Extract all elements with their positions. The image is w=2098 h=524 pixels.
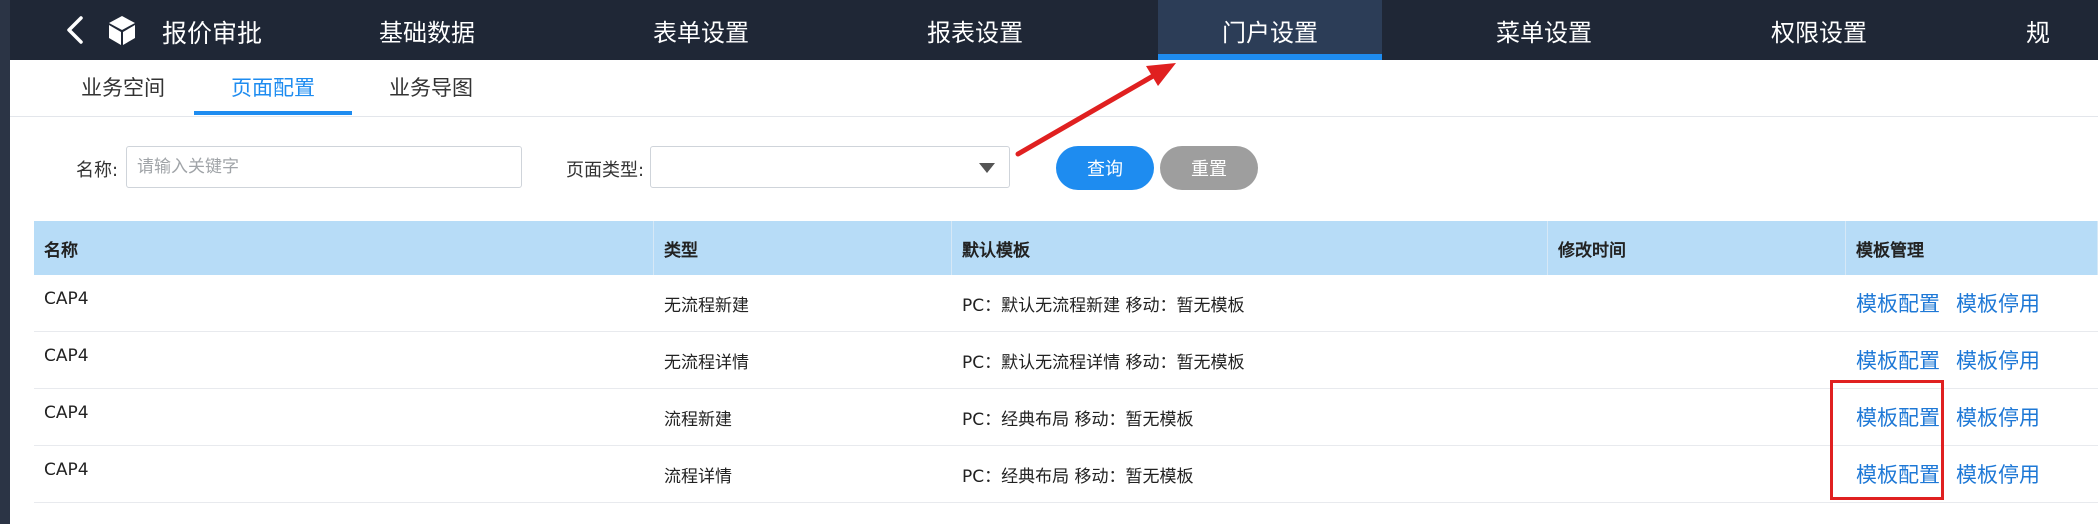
sub-tabs: 业务空间 页面配置 业务导图 [10, 60, 2098, 117]
template-disable-link[interactable]: 模板停用 [1956, 402, 2040, 432]
nav-item-basic-data[interactable]: 基础数据 [315, 0, 539, 60]
table-row: CAP4 无流程新建 PC：默认无流程新建 移动：暂无模板 模板配置 模板停用 [34, 275, 2098, 332]
row-modified-time [1548, 332, 1846, 388]
name-search-input[interactable] [126, 146, 522, 188]
query-button[interactable]: 查询 [1056, 146, 1154, 190]
page-type-select[interactable] [650, 146, 1010, 188]
row-default-template: PC：默认无流程详情 移动：暂无模板 [962, 352, 1245, 373]
reset-button[interactable]: 重置 [1160, 146, 1258, 190]
row-name: CAP4 [44, 460, 89, 480]
table-row: CAP4 无流程详情 PC：默认无流程详情 移动：暂无模板 模板配置 模板停用 [34, 332, 2098, 389]
nav-item-permission-settings[interactable]: 权限设置 [1707, 0, 1931, 60]
template-config-link[interactable]: 模板配置 [1856, 288, 1940, 318]
row-default-template: PC：经典布局 移动：暂无模板 [962, 409, 1194, 430]
dropdown-caret-icon [979, 163, 995, 173]
row-name: CAP4 [44, 403, 89, 423]
cube-icon [102, 10, 142, 50]
row-name: CAP4 [44, 346, 89, 366]
column-header-type: 类型 [654, 221, 952, 275]
table-row: CAP4 流程详情 PC：经典布局 移动：暂无模板 模板配置 模板停用 [34, 446, 2098, 503]
column-header-template-management: 模板管理 [1846, 221, 2098, 275]
column-header-modified-time: 修改时间 [1548, 221, 1846, 275]
tab-business-map[interactable]: 业务导图 [352, 60, 510, 114]
tab-business-space[interactable]: 业务空间 [44, 60, 202, 114]
row-default-template: PC：默认无流程新建 移动：暂无模板 [962, 295, 1245, 316]
row-type: 无流程新建 [664, 295, 749, 316]
template-disable-link[interactable]: 模板停用 [1956, 345, 2040, 375]
left-edge-strip [0, 0, 10, 524]
row-type: 流程详情 [664, 466, 732, 487]
nav-item-rules-partial[interactable]: 规 [1976, 0, 2098, 60]
nav-item-portal-settings[interactable]: 门户设置 [1158, 0, 1382, 60]
template-disable-link[interactable]: 模板停用 [1956, 288, 2040, 318]
column-header-name: 名称 [34, 221, 654, 275]
row-modified-time [1548, 275, 1846, 331]
page-config-table: 名称 类型 默认模板 修改时间 模板管理 CAP4 无流程新建 PC：默认无流程… [34, 221, 2098, 503]
row-modified-time [1548, 446, 1846, 502]
template-disable-link[interactable]: 模板停用 [1956, 459, 2040, 489]
top-nav-bar: 报价审批 基础数据 表单设置 报表设置 门户设置 菜单设置 权限设置 规 [10, 0, 2098, 60]
nav-item-report-settings[interactable]: 报表设置 [863, 0, 1087, 60]
row-type: 流程新建 [664, 409, 732, 430]
annotation-highlight-box [1830, 380, 1944, 500]
row-actions: 模板配置 模板停用 [1846, 275, 2098, 331]
tab-page-config[interactable]: 页面配置 [194, 60, 352, 115]
chevron-left-icon[interactable] [60, 12, 90, 48]
row-name: CAP4 [44, 289, 89, 309]
app-title: 报价审批 [162, 19, 263, 48]
row-default-template: PC：经典布局 移动：暂无模板 [962, 466, 1194, 487]
nav-item-form-settings[interactable]: 表单设置 [589, 0, 813, 60]
table-row: CAP4 流程新建 PC：经典布局 移动：暂无模板 模板配置 模板停用 [34, 389, 2098, 446]
row-type: 无流程详情 [664, 352, 749, 373]
table-header: 名称 类型 默认模板 修改时间 模板管理 [34, 221, 2098, 275]
template-config-link[interactable]: 模板配置 [1856, 345, 1940, 375]
name-filter-label: 名称: [76, 160, 119, 181]
nav-item-menu-settings[interactable]: 菜单设置 [1432, 0, 1656, 60]
row-modified-time [1548, 389, 1846, 445]
column-header-default-template: 默认模板 [952, 221, 1548, 275]
page-type-filter-label: 页面类型: [566, 160, 645, 181]
